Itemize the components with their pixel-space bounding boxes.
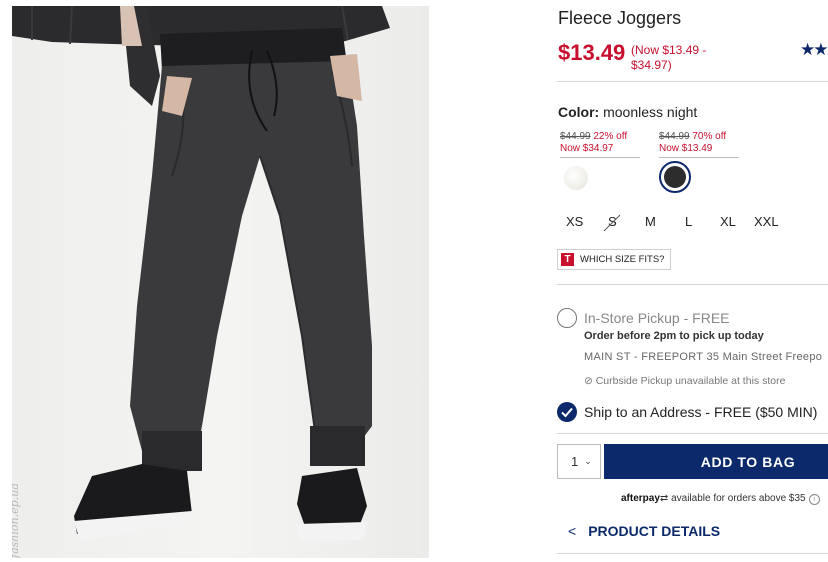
was-price: $44.99 [659, 131, 690, 142]
curbside-unavailable-icon: ⊘ [584, 375, 596, 387]
add-to-bag-button[interactable]: ADD TO BAG [604, 444, 828, 479]
watermark: fashion.ep.ua [12, 483, 21, 558]
truefit-logo-icon: T [561, 253, 574, 266]
afterpay-text: available for orders above $35 [671, 493, 806, 504]
current-price: $13.49 [558, 40, 626, 65]
swatch-price-dark: $44.99 70% off Now $13.49 [659, 131, 739, 158]
quantity-value: 1 [571, 454, 579, 469]
pickup-order-note: Order before 2pm to pick up today [584, 330, 764, 342]
curbside-note: ⊘ Curbside Pickup unavailable at this st… [584, 375, 785, 387]
afterpay-arrow-icon: ⇄ [659, 493, 669, 504]
product-image[interactable]: fashion.ep.ua [12, 6, 429, 558]
color-label-key: Color: [558, 104, 600, 120]
afterpay-note: afterpay⇄ available for orders above $35… [621, 493, 820, 505]
pickup-radio[interactable] [557, 308, 577, 328]
which-size-label: WHICH SIZE FITS? [580, 254, 665, 265]
ship-to-address-option[interactable]: Ship to an Address - FREE ($50 MIN) [584, 404, 817, 420]
price-range: (Now $13.49 - $34.97) [631, 43, 707, 72]
color-label-value: moonless night [603, 104, 698, 120]
pickup-title: In-Store Pickup - FREE [584, 310, 730, 326]
product-title: Fleece Joggers [558, 8, 682, 28]
which-size-fits-button[interactable]: T WHICH SIZE FITS? [557, 249, 672, 270]
white-swatch[interactable] [564, 166, 588, 190]
pickup-store-address[interactable]: MAIN ST - FREEPORT 35 Main Street Freepo [584, 351, 822, 363]
color-label: Color: moonless night [558, 104, 697, 120]
unavailable-strike-icon [603, 214, 621, 232]
chevron-left-icon: < [568, 523, 577, 539]
size-xxl[interactable]: XXL [754, 214, 779, 229]
afterpay-logo: afterpay [621, 493, 660, 504]
divider [557, 284, 828, 285]
discount: 70% off [692, 131, 727, 142]
divider [557, 81, 828, 82]
size-xs[interactable]: XS [566, 214, 583, 229]
chevron-down-icon: ⌄ [584, 456, 592, 466]
joggers-illustration [12, 6, 390, 541]
ship-checkmark-icon[interactable] [557, 402, 577, 422]
info-icon[interactable]: i [808, 494, 820, 505]
moonless-night-swatch[interactable] [664, 166, 686, 188]
size-l[interactable]: L [685, 214, 692, 229]
curbside-text: Curbside Pickup unavailable at this stor… [595, 375, 786, 387]
now-price: Now $13.49 [659, 143, 713, 154]
rating-stars-icon[interactable]: ★★ [800, 40, 828, 60]
size-m[interactable]: M [645, 214, 656, 229]
was-price: $44.99 [560, 131, 591, 142]
divider [557, 433, 828, 434]
swatch-underline [659, 157, 739, 158]
product-details-toggle[interactable]: < PRODUCT DETAILS [568, 523, 720, 539]
discount: 22% off [593, 131, 628, 142]
now-price: Now $34.97 [560, 143, 614, 154]
swatch-price-white: $44.99 22% off Now $34.97 [560, 131, 640, 158]
swatch-underline [560, 157, 640, 158]
divider [557, 553, 828, 554]
quantity-select[interactable]: 1 ⌄ [557, 444, 601, 479]
product-details-label: PRODUCT DETAILS [588, 523, 721, 539]
size-xl[interactable]: XL [720, 214, 736, 229]
